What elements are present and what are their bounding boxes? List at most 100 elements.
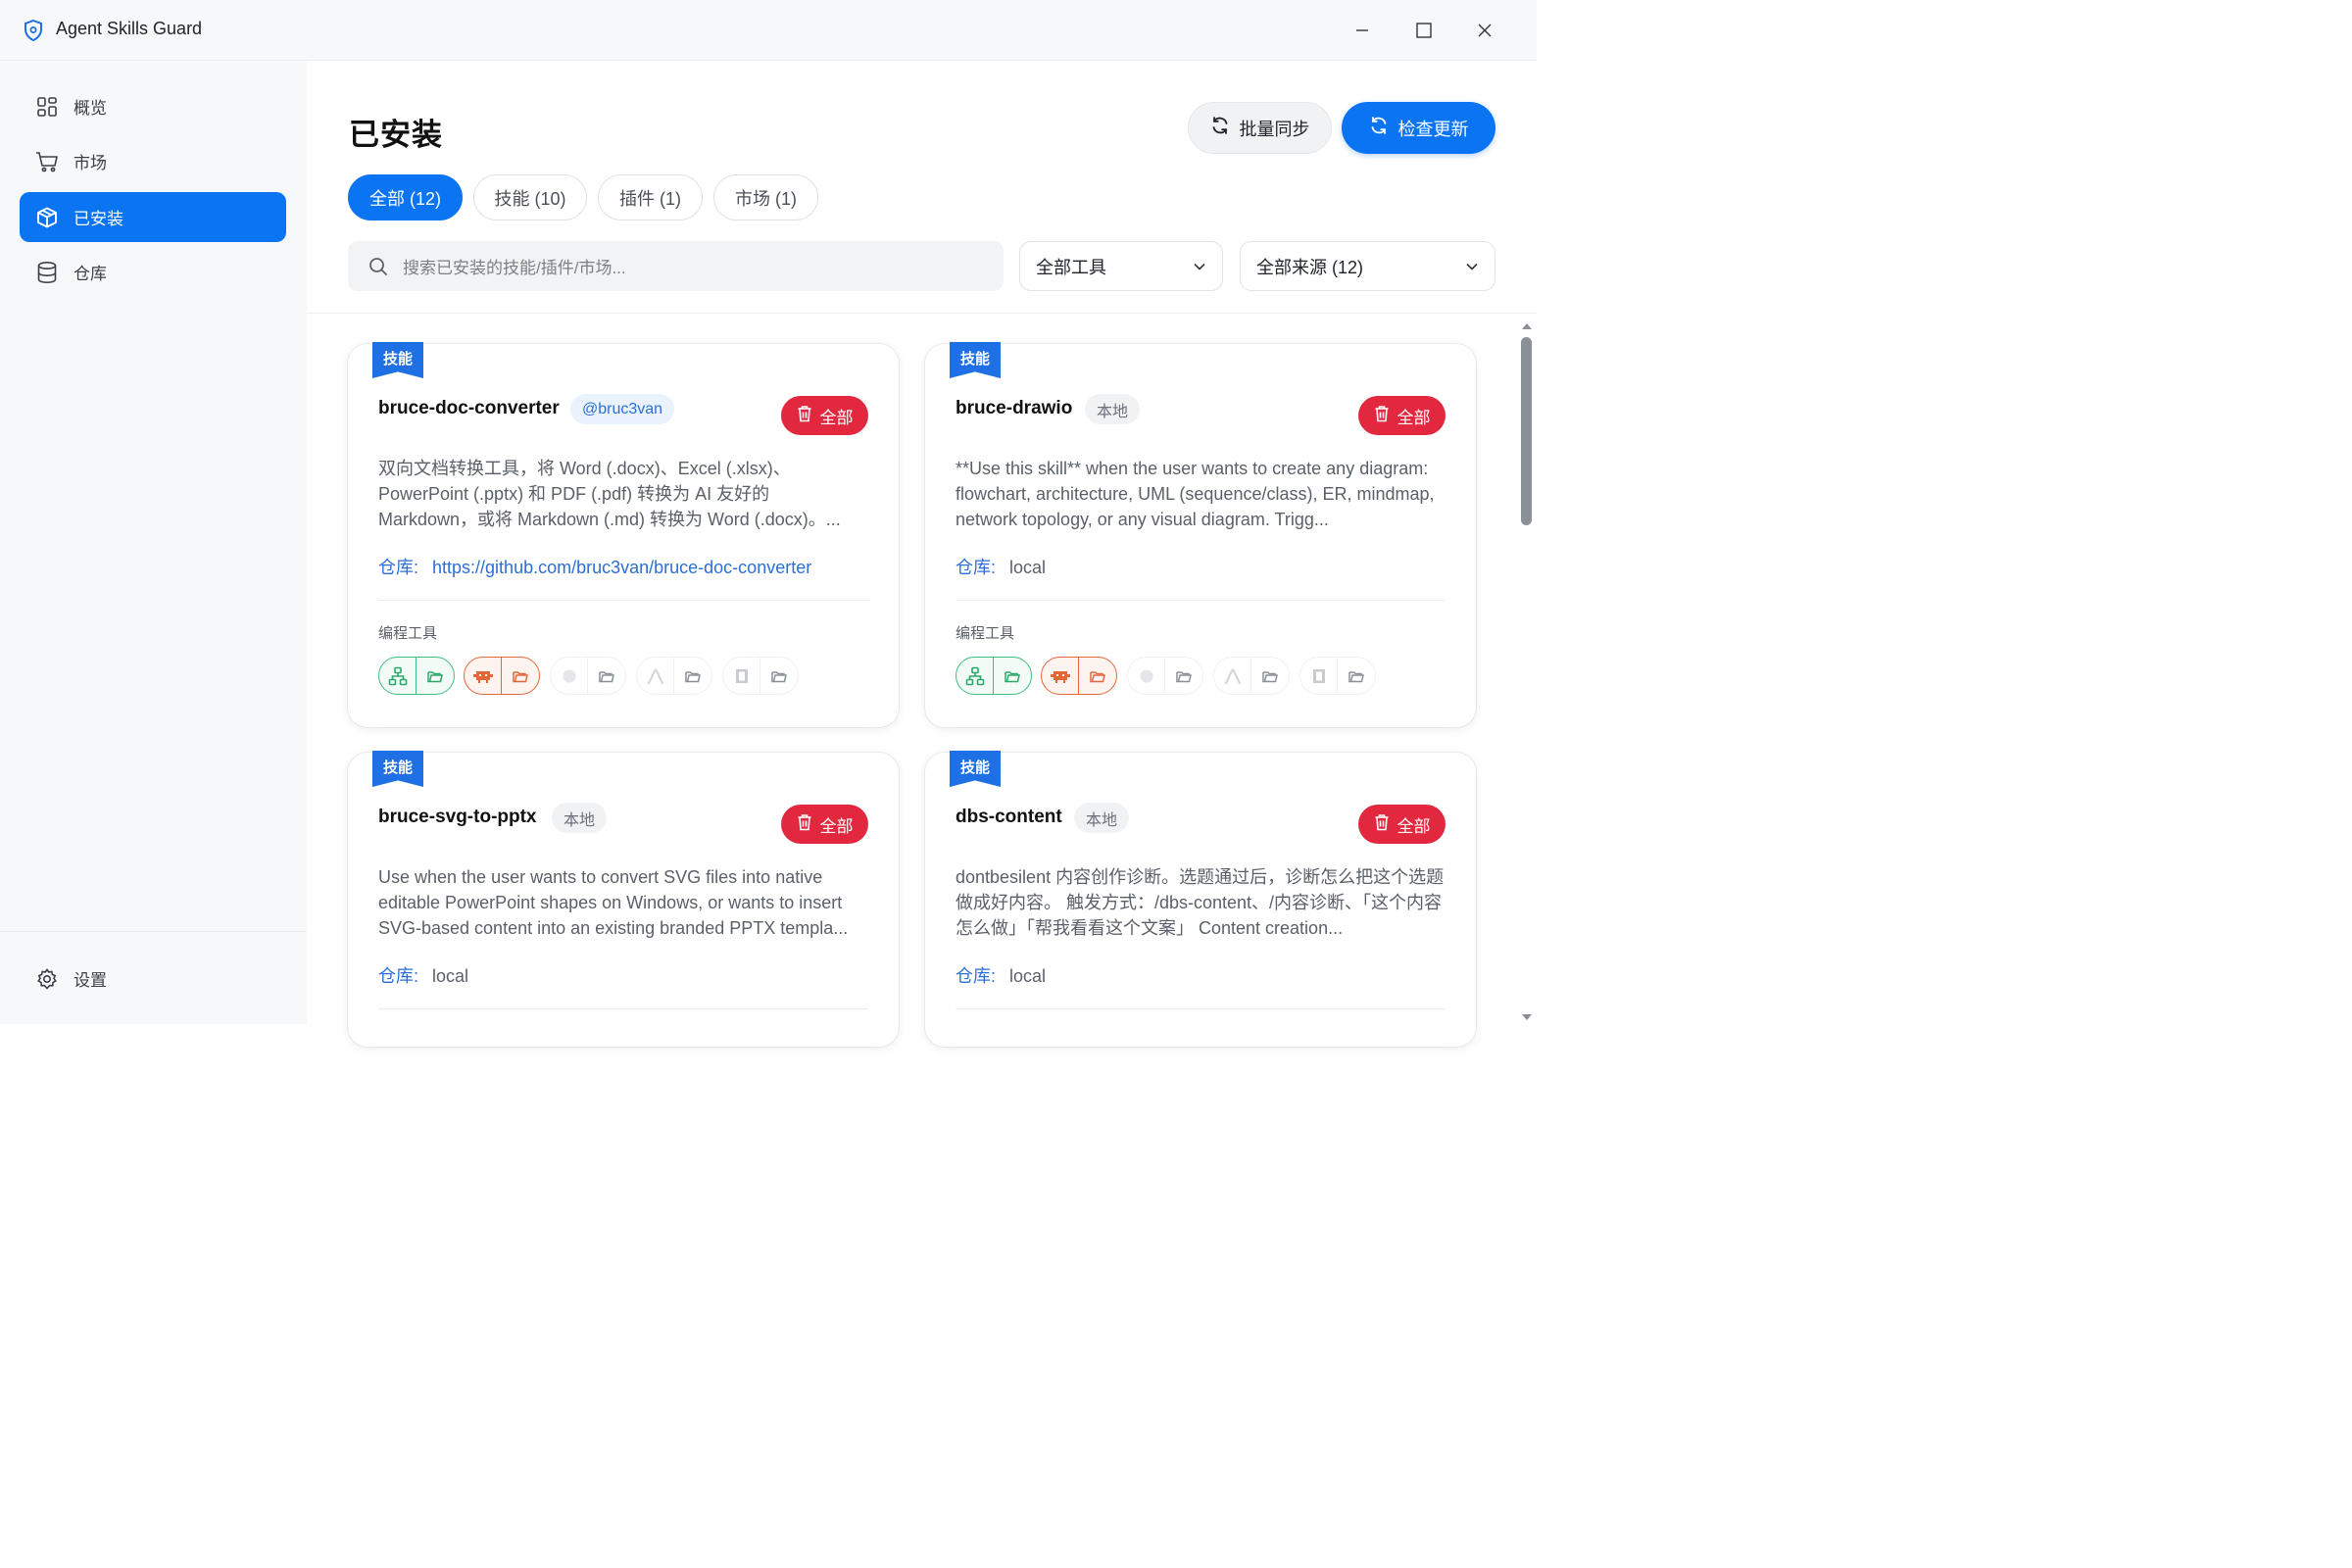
tool-chip-orange[interactable]	[464, 657, 540, 695]
batch-sync-button[interactable]: 批量同步	[1188, 102, 1332, 154]
check-updates-label: 检查更新	[1397, 119, 1469, 139]
card-divider	[378, 600, 868, 601]
repo-line: 仓库: local	[378, 962, 468, 988]
scroll-up-arrow[interactable]	[1520, 318, 1534, 329]
search-input[interactable]: 搜索已安装的技能/插件/市场...	[348, 241, 1004, 291]
skill-description: Use when the user wants to convert SVG f…	[378, 867, 849, 938]
delete-all-button[interactable]: 全部	[1358, 805, 1446, 844]
card-divider	[956, 1008, 1446, 1009]
source-badge: 本地	[1085, 394, 1141, 424]
sidebar-item-market[interactable]: 市场	[20, 136, 286, 186]
tool-chip-disabled[interactable]	[1299, 657, 1376, 695]
batch-sync-label: 批量同步	[1239, 119, 1310, 139]
delete-all-button[interactable]: 全部	[781, 805, 868, 844]
tab-skills[interactable]: 技能 (10)	[473, 174, 587, 220]
cart-icon	[35, 150, 59, 173]
folder-icon	[502, 658, 539, 694]
type-ribbon: 技能	[950, 342, 1001, 378]
search-placeholder: 搜索已安装的技能/插件/市场...	[403, 259, 626, 277]
repo-value: local	[1009, 966, 1047, 986]
box-icon	[35, 206, 59, 229]
sidebar-item-installed[interactable]: 已安装	[20, 192, 286, 242]
type-ribbon: 技能	[372, 751, 423, 787]
check-updates-button[interactable]: 检查更新	[1342, 102, 1495, 154]
gear-icon	[35, 967, 59, 991]
skill-description: dontbesilent 内容创作诊断。选题通过后，诊断怎么把这个选题做成好内容…	[956, 867, 1445, 938]
tool-filter-select[interactable]: 全部工具	[1019, 241, 1223, 291]
tool-chip-disabled[interactable]	[1213, 657, 1290, 695]
tool-chip-disabled[interactable]	[1127, 657, 1203, 695]
tool-chip-disabled[interactable]	[636, 657, 712, 695]
maximize-button[interactable]	[1407, 14, 1441, 47]
tools-label: 编程工具	[378, 625, 438, 642]
repo-link[interactable]: https://github.com/bruc3van/bruce-doc-co…	[432, 558, 811, 577]
folder-icon	[994, 658, 1031, 694]
tab-markets[interactable]: 市场 (1)	[713, 174, 818, 220]
tab-plugins[interactable]: 插件 (1)	[598, 174, 703, 220]
cursor-editor-icon	[1300, 658, 1338, 694]
skill-description: 双向文档转换工具，将 Word (.docx)、Excel (.xlsx)、Po…	[378, 459, 841, 529]
sidebar-item-label: 已安装	[74, 210, 123, 228]
folder-icon	[588, 658, 625, 694]
database-icon	[35, 261, 59, 284]
repo-label: 仓库:	[378, 558, 419, 577]
skill-card[interactable]: 技能 dbs-content 本地 全部 dontbesilent 内容创作诊断…	[925, 751, 1476, 1047]
refresh-icon	[1369, 116, 1389, 140]
tab-all[interactable]: 全部 (12)	[348, 174, 463, 220]
delete-all-button[interactable]: 全部	[1358, 396, 1446, 435]
trash-icon	[1374, 813, 1390, 836]
minimize-button[interactable]	[1346, 14, 1379, 47]
trash-icon	[1374, 405, 1390, 427]
tool-chip-disabled[interactable]	[550, 657, 626, 695]
tool-chip-green[interactable]	[956, 657, 1032, 695]
skill-card[interactable]: 技能 bruce-svg-to-pptx 本地 全部 Use when the …	[348, 751, 899, 1047]
chevron-down-icon	[1193, 256, 1206, 276]
sidebar-item-repository[interactable]: 仓库	[20, 247, 286, 297]
repo-label: 仓库:	[956, 558, 997, 577]
settings-button[interactable]: 设置	[20, 954, 286, 1004]
delete-all-button[interactable]: 全部	[781, 396, 868, 435]
close-button[interactable]	[1468, 14, 1501, 47]
repo-label: 仓库:	[956, 966, 997, 986]
skill-name: bruce-drawio	[956, 398, 1073, 418]
sidebar-divider	[0, 931, 307, 932]
skill-name: dbs-content	[956, 807, 1062, 827]
header-divider	[307, 313, 1537, 314]
source-filter-select[interactable]: 全部来源 (12)	[1240, 241, 1495, 291]
page-title: 已安装	[349, 118, 443, 152]
delete-label: 全部	[1396, 816, 1431, 836]
tools-label: 编程工具	[956, 625, 1015, 642]
sitemap-icon	[379, 658, 416, 694]
folder-icon	[1165, 658, 1202, 694]
dashboard-icon	[35, 95, 59, 119]
title-bar: Agent Skills Guard	[0, 0, 1537, 61]
tool-chip-orange[interactable]	[1041, 657, 1117, 695]
delete-label: 全部	[819, 816, 854, 836]
refresh-icon	[1210, 116, 1230, 140]
skill-card[interactable]: 技能 bruce-drawio 本地 全部 **Use this skill**…	[925, 342, 1476, 727]
sidebar-item-label: 仓库	[74, 265, 107, 283]
antigravity-icon	[1214, 658, 1251, 694]
folder-icon	[674, 658, 711, 694]
sidebar-item-overview[interactable]: 概览	[20, 81, 286, 131]
shield-logo-icon	[24, 19, 43, 42]
folder-icon	[1079, 658, 1116, 694]
source-badge[interactable]: @bruc3van	[570, 394, 675, 424]
repo-value: local	[1009, 558, 1047, 577]
source-badge: 本地	[552, 803, 608, 833]
card-divider	[956, 600, 1446, 601]
robot-icon	[1042, 658, 1079, 694]
skill-card[interactable]: 技能 bruce-doc-converter @bruc3van 全部 双向文档…	[348, 342, 899, 727]
robot-icon	[465, 658, 502, 694]
source-filter-value: 全部来源 (12)	[1256, 257, 1364, 277]
folder-icon	[760, 658, 798, 694]
tool-chip-disabled[interactable]	[722, 657, 799, 695]
type-ribbon: 技能	[372, 342, 423, 378]
scroll-down-arrow[interactable]	[1520, 1009, 1534, 1020]
sidebar-item-label: 市场	[74, 154, 107, 172]
scrollbar-thumb[interactable]	[1521, 337, 1532, 525]
tool-chip-green[interactable]	[378, 657, 455, 695]
sitemap-icon	[956, 658, 994, 694]
folder-icon	[1251, 658, 1289, 694]
sidebar: 概览 市场 已安装 仓库 设置	[0, 61, 307, 1024]
